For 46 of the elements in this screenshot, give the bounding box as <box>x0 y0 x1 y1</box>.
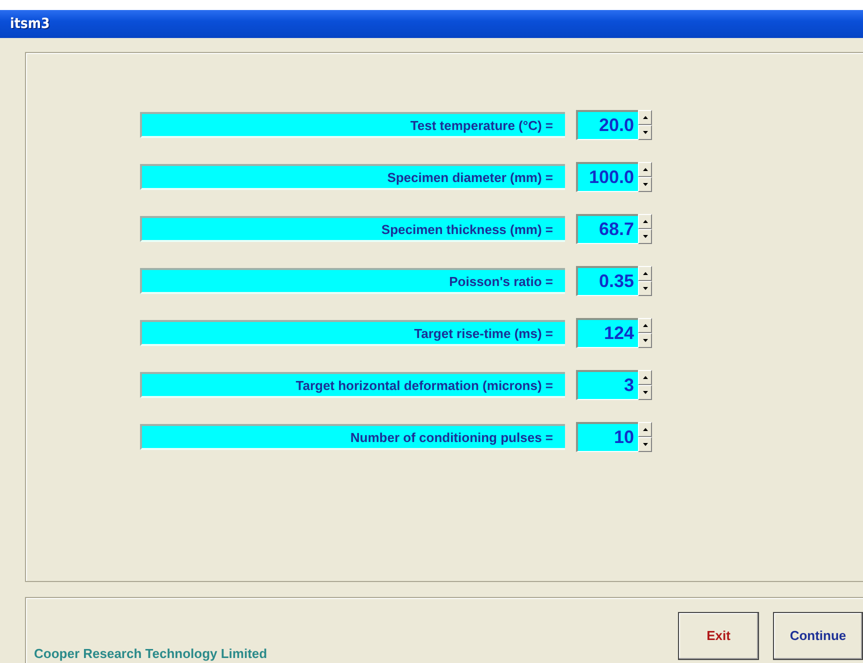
exit-button[interactable]: Exit <box>678 612 759 660</box>
up-arrow-icon <box>642 272 648 275</box>
spin-up-button[interactable] <box>638 422 652 437</box>
up-arrow-icon <box>642 324 648 327</box>
field-label: Target horizontal deformation (microns) = <box>140 372 565 398</box>
value-field[interactable]: 124 <box>576 318 638 348</box>
value-field[interactable]: 3 <box>576 370 638 400</box>
continue-button[interactable]: Continue <box>773 612 863 660</box>
value-field[interactable]: 20.0 <box>576 110 638 140</box>
window-title: itsm3 <box>10 16 50 32</box>
spin-down-button[interactable] <box>638 385 652 400</box>
up-arrow-icon <box>642 220 648 223</box>
field-label: Specimen diameter (mm) = <box>140 164 565 190</box>
up-arrow-icon <box>642 116 648 119</box>
down-arrow-icon <box>642 183 648 186</box>
value-field[interactable]: 0.35 <box>576 266 638 296</box>
down-arrow-icon <box>642 391 648 394</box>
field-label: Target rise-time (ms) = <box>140 320 565 346</box>
spin-down-button[interactable] <box>638 229 652 244</box>
up-arrow-icon <box>642 168 648 171</box>
field-label: Number of conditioning pulses = <box>140 424 565 450</box>
spin-down-button[interactable] <box>638 333 652 348</box>
down-arrow-icon <box>642 235 648 238</box>
down-arrow-icon <box>642 131 648 134</box>
value-field[interactable]: 100.0 <box>576 162 638 192</box>
spin-down-button[interactable] <box>638 437 652 452</box>
value-field[interactable]: 10 <box>576 422 638 452</box>
spin-up-button[interactable] <box>638 318 652 333</box>
field-label: Specimen thickness (mm) = <box>140 216 565 242</box>
up-arrow-icon <box>642 376 648 379</box>
field-label: Poisson's ratio = <box>140 268 565 294</box>
spin-up-button[interactable] <box>638 214 652 229</box>
spin-up-button[interactable] <box>638 370 652 385</box>
spin-up-button[interactable] <box>638 266 652 281</box>
field-label: Test temperature (°C) = <box>140 112 565 138</box>
spin-down-button[interactable] <box>638 125 652 140</box>
spin-down-button[interactable] <box>638 177 652 192</box>
up-arrow-icon <box>642 428 648 431</box>
down-arrow-icon <box>642 287 648 290</box>
down-arrow-icon <box>642 443 648 446</box>
value-field[interactable]: 68.7 <box>576 214 638 244</box>
down-arrow-icon <box>642 339 648 342</box>
spin-down-button[interactable] <box>638 281 652 296</box>
spin-up-button[interactable] <box>638 110 652 125</box>
spin-up-button[interactable] <box>638 162 652 177</box>
company-name: Cooper Research Technology Limited <box>34 646 268 661</box>
